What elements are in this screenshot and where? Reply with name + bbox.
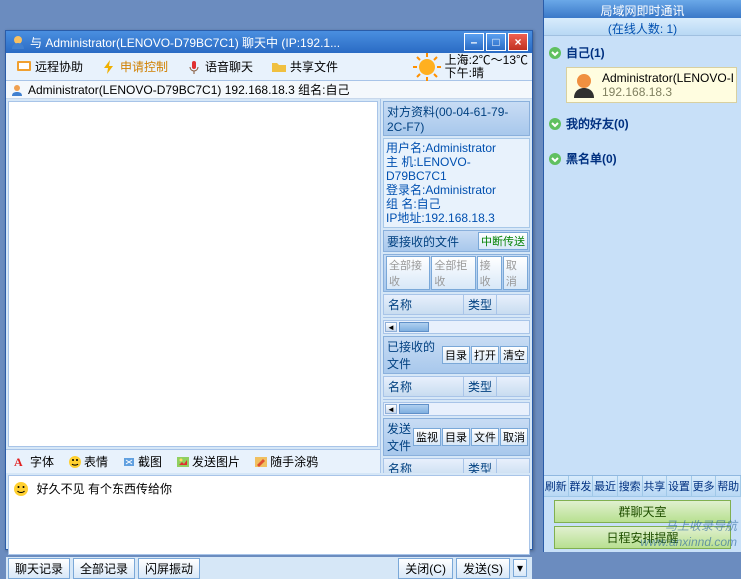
expand-icon[interactable] <box>548 117 562 131</box>
accept-all-button[interactable]: 全部接收 <box>386 256 430 290</box>
refresh-button[interactable]: 刷新 <box>544 476 569 496</box>
chat-log-button[interactable]: 聊天记录 <box>8 558 70 579</box>
chat-window: 与 Administrator(LENOVO-D79BC7C1) 聊天中 (IP… <box>5 30 533 550</box>
open-button[interactable]: 打开 <box>471 346 499 364</box>
voice-chat-button[interactable]: 语音聊天 <box>180 56 259 77</box>
maximize-button[interactable]: □ <box>486 33 506 51</box>
scrollbar[interactable]: ◄ <box>383 402 530 416</box>
share-file-button[interactable]: 共享文件 <box>265 56 344 77</box>
peer-info-body: 用户名:Administrator 主 机:LENOVO-D79BC7C1 登录… <box>383 138 530 228</box>
peer-bar: Administrator(LENOVO-D79BC7C1) 192.168.1… <box>6 81 532 99</box>
dir-button[interactable]: 目录 <box>442 346 470 364</box>
all-log-button[interactable]: 全部记录 <box>73 558 135 579</box>
close-button[interactable]: × <box>508 33 528 51</box>
send-button[interactable]: 发送(S) <box>456 558 510 579</box>
group-self[interactable]: 自己(1) <box>548 42 737 63</box>
flash-button[interactable]: 闪屏振动 <box>138 558 200 579</box>
titlebar[interactable]: 与 Administrator(LENOVO-D79BC7C1) 聊天中 (IP… <box>6 31 532 53</box>
close-chat-button[interactable]: 关闭(C) <box>398 558 453 579</box>
contact-item[interactable]: Administrator(LENOVO-D79BC7 192.168.18.3 <box>566 67 737 103</box>
mic-icon <box>186 59 202 75</box>
contacts-tree[interactable]: 自己(1) Administrator(LENOVO-D79BC7 192.16… <box>544 36 741 475</box>
doodle-button[interactable]: 随手涂鸦 <box>250 452 322 471</box>
scrollbar[interactable]: ◄ <box>383 320 530 334</box>
clear-button[interactable]: 清空 <box>500 346 528 364</box>
send-dir-button[interactable]: 目录 <box>442 428 470 446</box>
group-blacklist[interactable]: 黑名单(0) <box>548 148 737 169</box>
sun-icon <box>413 53 441 81</box>
send-image-button[interactable]: 发送图片 <box>172 452 244 471</box>
send-file-button[interactable]: 文件 <box>471 428 499 446</box>
send-files-header: 发送文件监视目录文件取消 <box>383 418 530 456</box>
scroll-left-icon[interactable]: ◄ <box>385 404 397 414</box>
help-button[interactable]: 帮助 <box>716 476 741 496</box>
group-friends[interactable]: 我的好友(0) <box>548 113 737 134</box>
left-column: A字体 表情 截图 发送图片 随手涂鸦 <box>6 99 381 473</box>
interrupt-button[interactable]: 中断传送 <box>478 232 528 250</box>
avatar-icon <box>10 83 24 97</box>
message-input[interactable]: 好久不见 有个东西传给你 <box>8 475 530 555</box>
send-files-cols: 名称类型 <box>383 458 530 473</box>
recv-done-cols: 名称类型 <box>383 376 530 397</box>
folder-icon <box>271 59 287 75</box>
contact-avatar-icon <box>570 71 598 99</box>
contacts-title: 局域网即时通讯 <box>544 0 741 18</box>
recv-done-header: 已接收的文件目录打开清空 <box>383 336 530 374</box>
reject-all-button[interactable]: 全部拒收 <box>431 256 475 290</box>
screenshot-button[interactable]: 截图 <box>118 452 166 471</box>
emoji-inline-icon <box>13 481 29 497</box>
contacts-panel: 局域网即时通讯 (在线人数: 1) 自己(1) Administrator(LE… <box>543 0 741 552</box>
chat-history[interactable] <box>8 101 378 447</box>
group-chat-button[interactable]: 群聊天室 <box>554 500 731 523</box>
share-button[interactable]: 共享 <box>643 476 668 496</box>
scissors-icon <box>122 455 136 469</box>
scroll-thumb[interactable] <box>399 404 429 414</box>
format-bar: A字体 表情 截图 发送图片 随手涂鸦 <box>6 449 380 473</box>
apply-control-button[interactable]: 申请控制 <box>95 56 174 77</box>
scroll-left-icon[interactable]: ◄ <box>385 322 397 332</box>
scroll-thumb[interactable] <box>399 322 429 332</box>
right-column: 对方资料(00-04-61-79-2C-F7) 用户名:Administrato… <box>381 99 532 473</box>
send-cancel-button[interactable]: 取消 <box>500 428 528 446</box>
expand-icon[interactable] <box>548 46 562 60</box>
search-button[interactable]: 搜索 <box>618 476 643 496</box>
recv-done-list[interactable] <box>383 399 530 400</box>
app-icon <box>10 34 26 50</box>
cancel-recv-button[interactable]: 取消 <box>503 256 528 290</box>
window-title: 与 Administrator(LENOVO-D79BC7C1) 聊天中 (IP… <box>30 34 462 51</box>
toolbar: 远程协助 申请控制 语音聊天 共享文件 上海:2℃～13℃下午:晴 <box>6 53 532 81</box>
minimize-button[interactable]: – <box>464 33 484 51</box>
emoji-button[interactable]: 表情 <box>64 452 112 471</box>
recv-pending-cols: 名称类型 <box>383 294 530 315</box>
monitor-button[interactable]: 监视 <box>413 428 441 446</box>
main-row: A字体 表情 截图 发送图片 随手涂鸦 对方资料(00-04-61-79-2C-… <box>6 99 532 473</box>
more-button[interactable]: 更多 <box>692 476 717 496</box>
remote-assist-button[interactable]: 远程协助 <box>10 56 89 77</box>
weather-widget: 上海:2℃～13℃下午:晴 <box>413 53 528 81</box>
pencil-icon <box>254 455 268 469</box>
accept-button[interactable]: 接收 <box>477 256 502 290</box>
smile-icon <box>68 455 82 469</box>
settings-button[interactable]: 设置 <box>667 476 692 496</box>
group-send-button[interactable]: 群发 <box>569 476 594 496</box>
recv-pending-header: 要接收的文件中断传送 <box>383 230 530 252</box>
recv-pending-actions: 全部接收全部拒收接收取消 <box>383 254 530 292</box>
contacts-bottom: 刷新 群发 最近 搜索 共享 设置 更多 帮助 群聊天室 日程安排提醒 <box>544 475 741 552</box>
send-dropdown-button[interactable]: ▾ <box>513 559 527 577</box>
bottom-nav: 刷新 群发 最近 搜索 共享 设置 更多 帮助 <box>544 476 741 497</box>
online-count: (在线人数: 1) <box>544 18 741 36</box>
font-button[interactable]: A字体 <box>10 452 58 471</box>
recv-pending-list[interactable] <box>383 317 530 318</box>
peer-info-header: 对方资料(00-04-61-79-2C-F7) <box>383 101 530 136</box>
lightning-icon <box>101 59 117 75</box>
expand-icon[interactable] <box>548 152 562 166</box>
schedule-button[interactable]: 日程安排提醒 <box>554 526 731 549</box>
bottom-bar: 聊天记录 全部记录 闪屏振动 关闭(C) 发送(S) ▾ <box>6 557 532 579</box>
image-icon <box>176 455 190 469</box>
recent-button[interactable]: 最近 <box>593 476 618 496</box>
font-icon: A <box>14 455 28 469</box>
screen-icon <box>16 59 32 75</box>
